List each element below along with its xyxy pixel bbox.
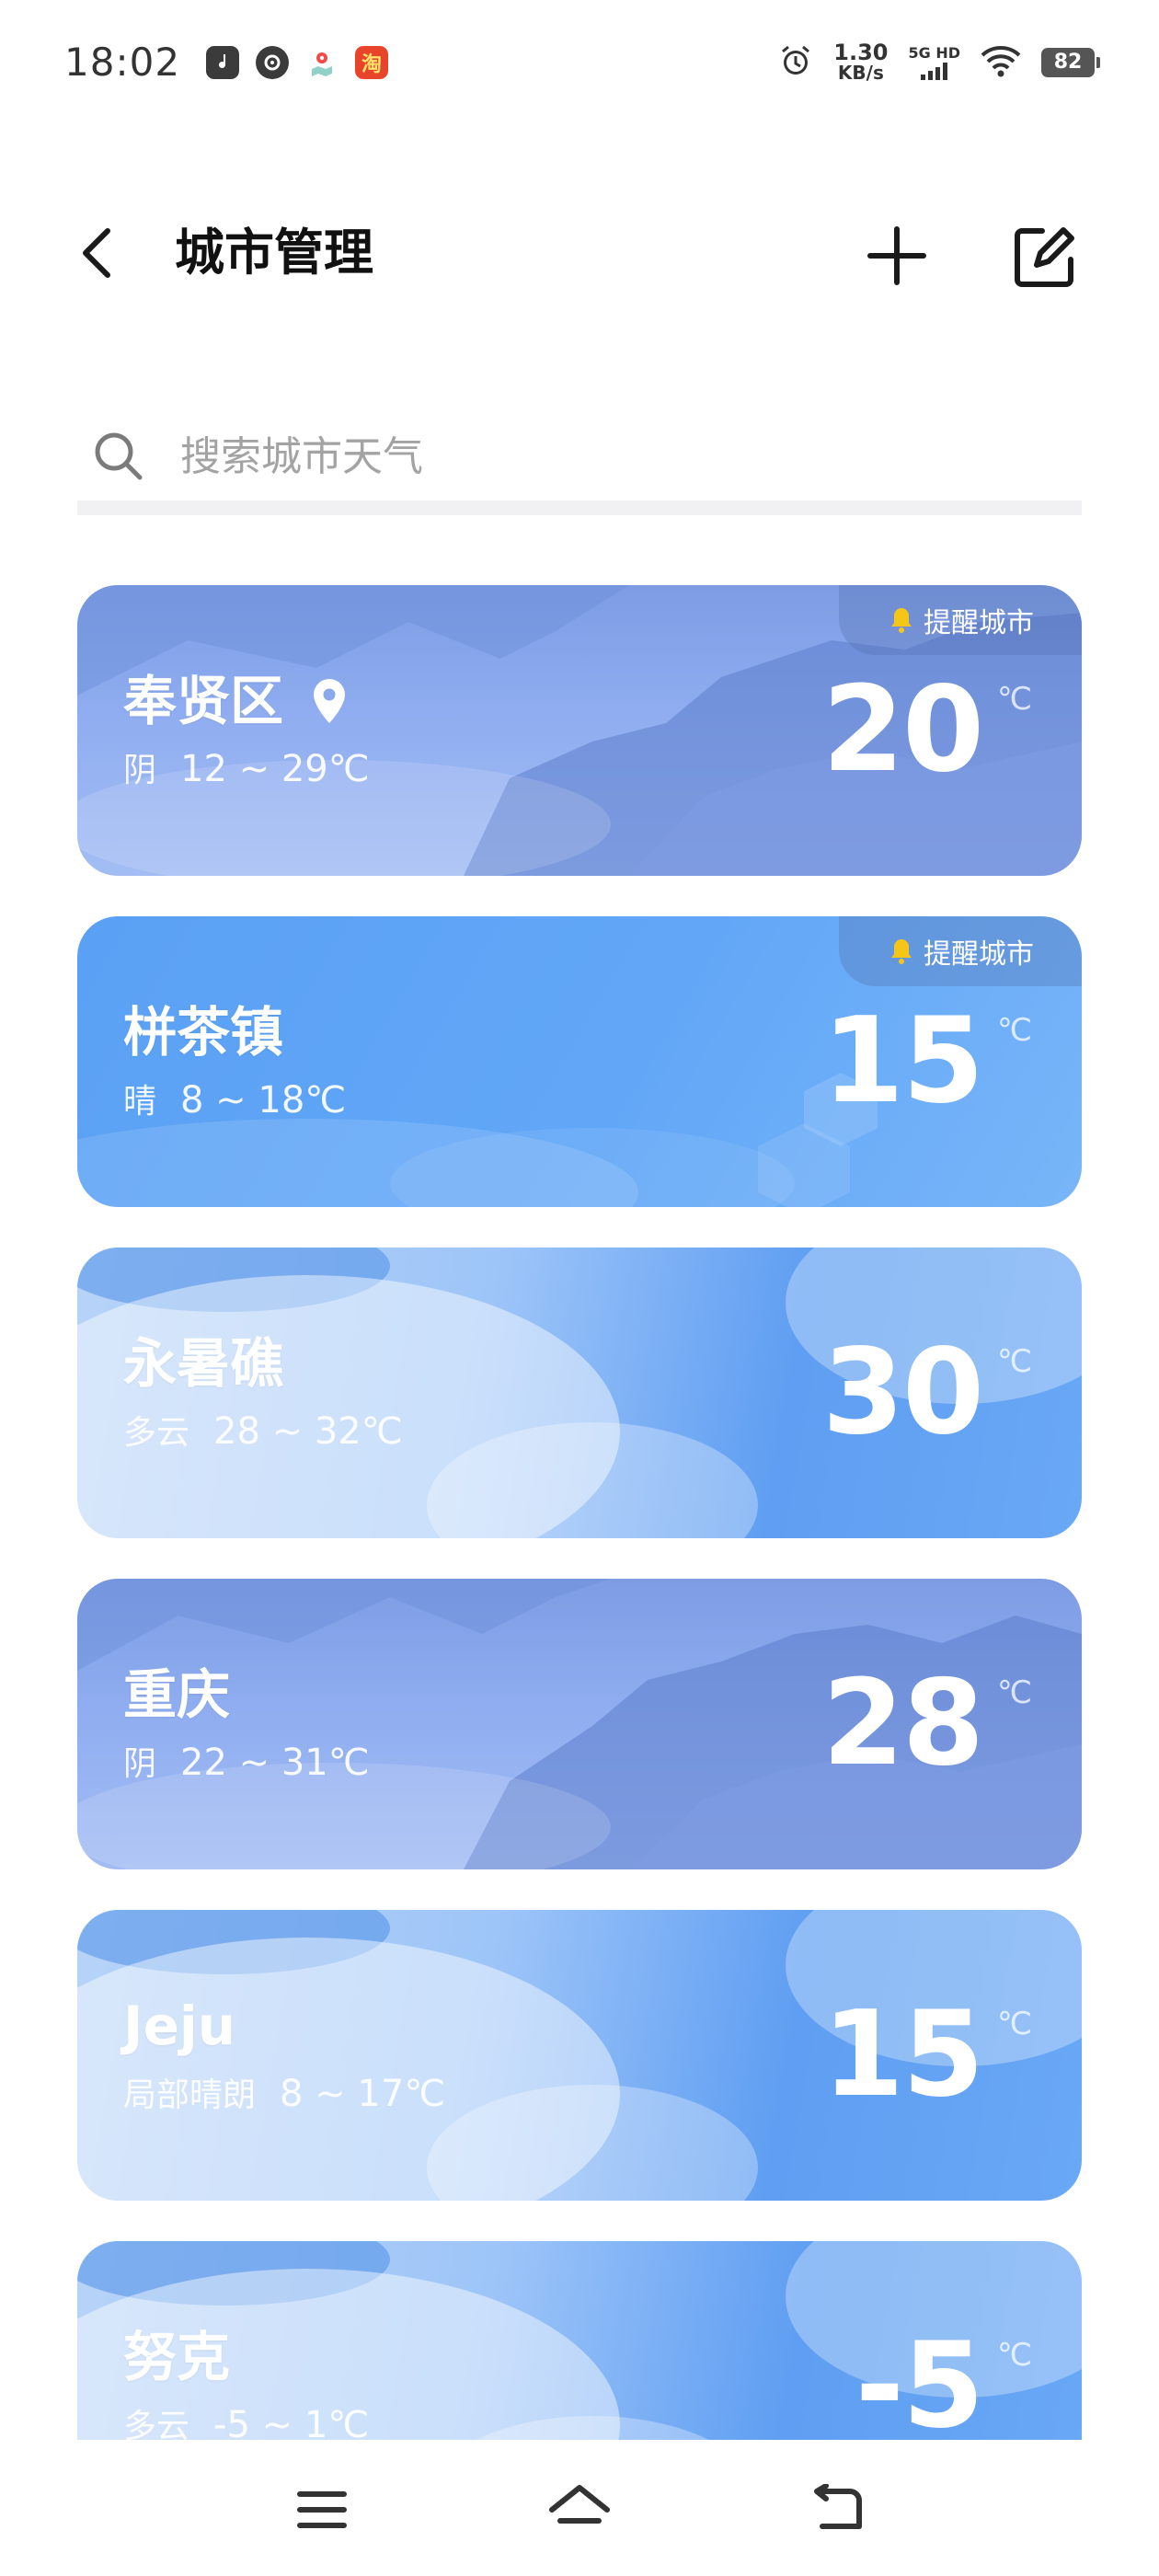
system-navigation-bar	[0, 2444, 1159, 2576]
temperature-unit: ℃	[996, 1343, 1032, 1380]
city-forecast: 阴 22 ~ 31℃	[123, 1737, 370, 1790]
city-name: 努克	[123, 2324, 230, 2390]
city-name-text: 努克	[123, 2326, 231, 2388]
signal-label: 5G HD	[908, 43, 960, 62]
city-name-text: 奉贤区	[123, 670, 284, 732]
current-temperature: 28	[821, 1655, 984, 1792]
weather-condition: 多云	[123, 1414, 190, 1452]
city-card[interactable]: 努克 多云 -5 ~ 1℃ -5 ℃	[77, 2241, 1082, 2440]
remind-city-label: 提醒城市	[924, 938, 1034, 971]
search-input[interactable]	[180, 426, 1008, 487]
menu-icon	[297, 2491, 347, 2528]
plus-icon	[867, 226, 926, 285]
temperature-range: 22 ~ 31℃	[180, 1742, 370, 1784]
status-time: 18:02	[64, 40, 181, 85]
city-forecast: 阴 12 ~ 29℃	[123, 743, 370, 797]
city-forecast: 多云 28 ~ 32℃	[123, 1406, 403, 1459]
remind-city-label: 提醒城市	[924, 607, 1034, 639]
current-temperature: 20	[821, 661, 984, 799]
city-name-text: 永暑礁	[123, 1332, 284, 1395]
city-card[interactable]: Jeju 局部晴朗 8 ~ 17℃ 15 ℃	[77, 1910, 1082, 2201]
city-card[interactable]: 提醒城市 栟茶镇 晴 8 ~ 18℃ 15 ℃	[77, 916, 1082, 1207]
cellular-signal-icon: 5G HD	[908, 43, 960, 80]
city-forecast: 多云 -5 ~ 1℃	[123, 2399, 369, 2440]
current-temperature: 15	[821, 993, 984, 1130]
music-app-icon	[206, 45, 240, 79]
disc-app-icon	[256, 45, 290, 79]
chevron-left-icon	[83, 228, 110, 278]
city-list: 提醒城市 奉贤区 阴 12 ~ 29℃ 20 ℃ 提醒城市 栟茶镇 晴 8 ~ …	[77, 585, 1082, 2440]
weather-condition: 阴	[123, 752, 157, 789]
temperature-unit: ℃	[996, 2337, 1032, 2374]
city-name-text: 栟茶镇	[123, 1001, 284, 1064]
city-name: 栟茶镇	[123, 999, 283, 1065]
temperature-range: 8 ~ 18℃	[180, 1079, 347, 1121]
remind-city-badge: 提醒城市	[839, 585, 1082, 655]
city-name: 永暑礁	[123, 1330, 283, 1397]
system-back-button[interactable]	[798, 2471, 876, 2548]
home-button[interactable]	[541, 2471, 618, 2548]
remind-city-badge: 提醒城市	[839, 916, 1082, 986]
alarm-icon	[778, 43, 813, 82]
edit-cities-button[interactable]	[1007, 221, 1081, 294]
back-icon	[814, 2484, 862, 2529]
bell-icon	[891, 608, 912, 633]
page-title: 城市管理	[175, 224, 373, 282]
temperature-range: 8 ~ 17℃	[280, 2073, 446, 2115]
map-app-icon	[305, 45, 339, 79]
search-icon	[95, 432, 143, 480]
weather-condition: 局部晴朗	[123, 2076, 257, 2114]
status-indicators: 1.30 KB/s 5G HD 82	[778, 39, 1100, 84]
temperature-range: 12 ~ 29℃	[180, 748, 370, 790]
recent-apps-button[interactable]	[283, 2471, 361, 2548]
current-temperature: -5	[855, 2317, 984, 2441]
notification-icons: 淘	[206, 45, 389, 79]
wifi-icon	[981, 44, 1021, 81]
search-bar[interactable]	[77, 409, 1082, 515]
back-button[interactable]	[64, 221, 129, 285]
city-forecast: 晴 8 ~ 18℃	[123, 1075, 346, 1128]
city-name: Jeju	[123, 1993, 235, 2059]
home-icon	[549, 2485, 610, 2524]
current-temperature: 30	[821, 1324, 984, 1461]
city-card[interactable]: 提醒城市 奉贤区 阴 12 ~ 29℃ 20 ℃	[77, 585, 1082, 876]
status-bar: 18:02 淘 1.30 KB/s 5G HD 82	[0, 0, 1159, 124]
bell-icon	[891, 939, 912, 964]
city-name: 重庆	[123, 1662, 230, 1728]
city-name-text: 重庆	[123, 1663, 231, 1726]
battery-icon: 82	[1041, 47, 1100, 77]
city-card[interactable]: 永暑礁 多云 28 ~ 32℃ 30 ℃	[77, 1248, 1082, 1538]
weather-condition: 阴	[123, 1745, 157, 1783]
weather-condition: 多云	[123, 2408, 190, 2440]
city-card[interactable]: 重庆 阴 22 ~ 31℃ 28 ℃	[77, 1579, 1082, 1869]
temperature-unit: ℃	[996, 681, 1032, 718]
temperature-unit: ℃	[996, 1012, 1032, 1049]
temperature-unit: ℃	[996, 1674, 1032, 1711]
edit-icon	[1015, 227, 1074, 287]
taobao-app-icon: 淘	[355, 45, 389, 79]
weather-condition: 晴	[123, 1083, 157, 1121]
current-temperature: 15	[821, 1986, 984, 2123]
temperature-range: 28 ~ 32℃	[213, 1410, 403, 1453]
temperature-unit: ℃	[996, 2006, 1032, 2042]
city-name-text: Jeju	[123, 1995, 236, 2057]
city-name: 奉贤区	[123, 668, 348, 734]
network-speed-unit: KB/s	[837, 61, 884, 84]
add-city-button[interactable]	[860, 219, 934, 293]
network-speed-value: 1.30	[833, 39, 889, 65]
temperature-range: -5 ~ 1℃	[213, 2404, 370, 2440]
location-pin-icon	[314, 679, 346, 723]
network-speed: 1.30 KB/s	[833, 39, 889, 84]
header: 城市管理	[0, 193, 1159, 313]
city-forecast: 局部晴朗 8 ~ 17℃	[123, 2068, 445, 2122]
city-management-screen: 18:02 淘 1.30 KB/s 5G HD 82 城市管理 搜索城市天气 提…	[0, 0, 1159, 2576]
